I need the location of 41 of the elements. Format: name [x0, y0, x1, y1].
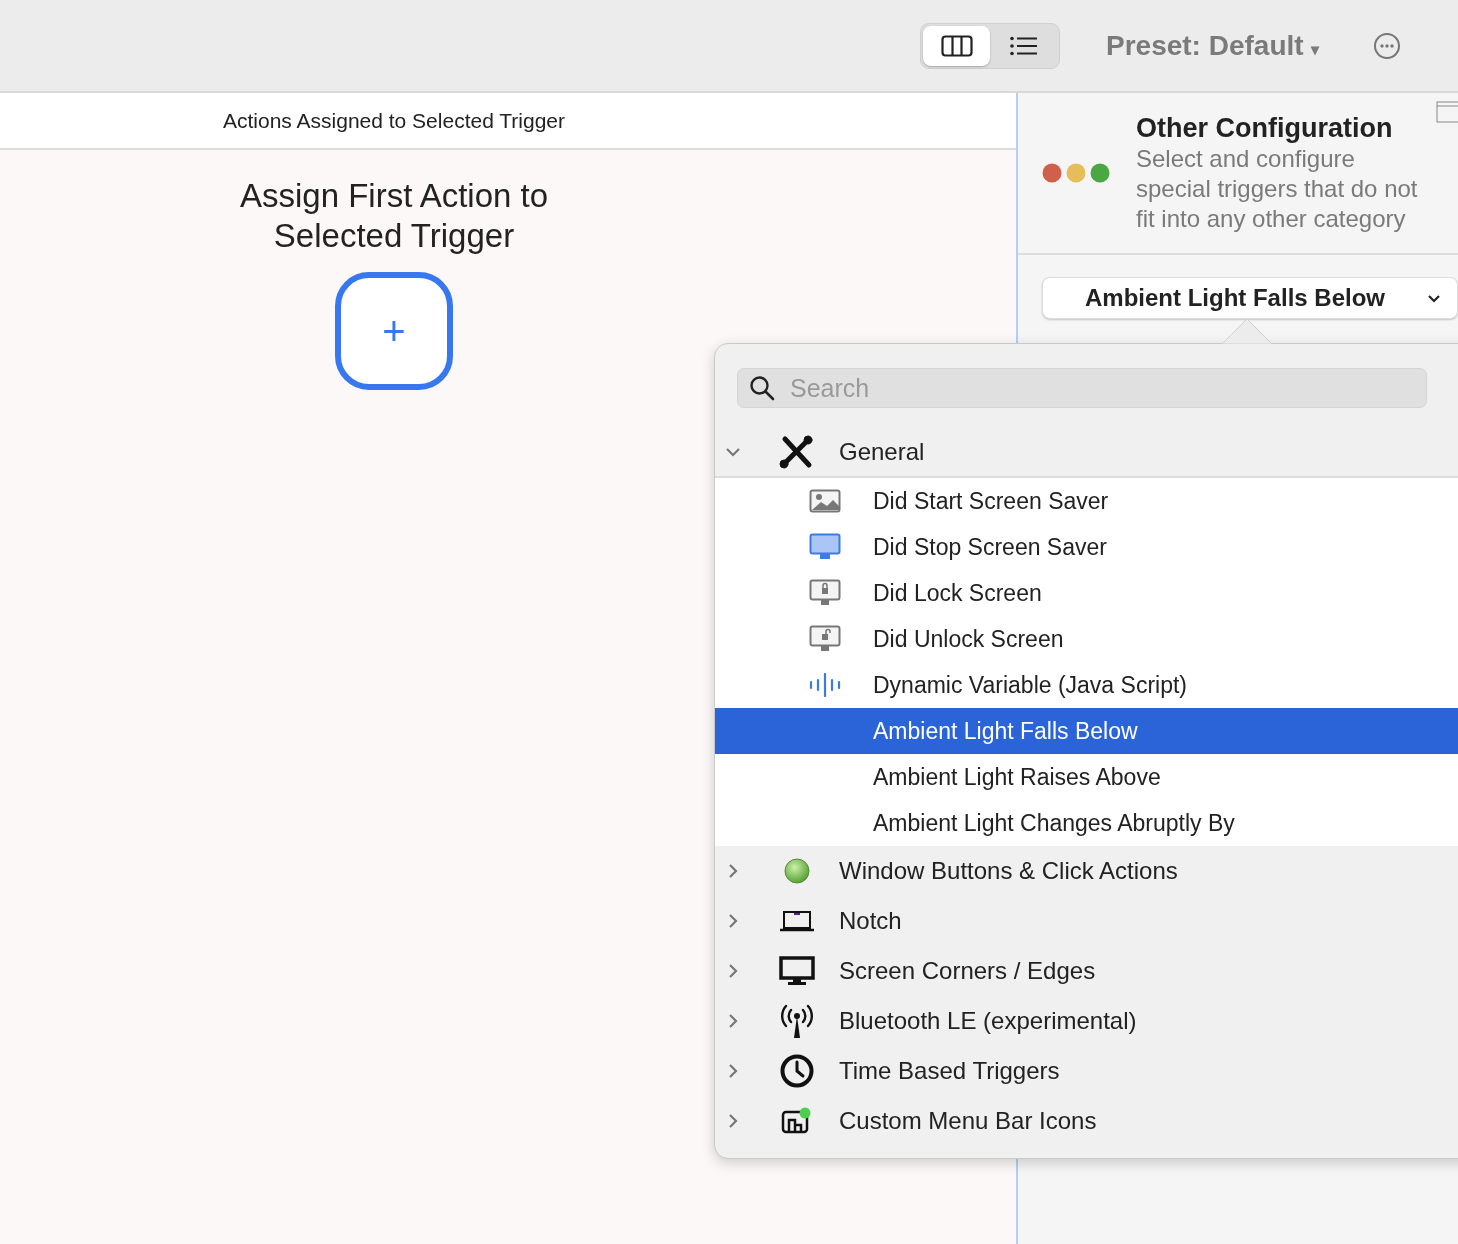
monitor-icon	[779, 956, 815, 986]
monitor-icon	[809, 533, 841, 561]
trigger-item[interactable]: Did Lock Screen	[715, 570, 1458, 616]
chevron-down-icon	[1427, 294, 1441, 304]
list-icon	[1009, 35, 1038, 56]
empty-state-title: Assign First Action to Selected Trigger	[238, 176, 550, 256]
config-description: Select and configure special triggers that do not fit into any other category	[1136, 143, 1419, 234]
clock-icon	[780, 1054, 814, 1088]
waveform-icon	[809, 673, 841, 697]
traffic-lights-icon	[1042, 162, 1112, 184]
trigger-dropdown[interactable]: Ambient Light Falls Below	[1042, 277, 1458, 319]
locked-monitor-icon	[809, 579, 841, 607]
menu-bar-icon	[781, 1107, 813, 1135]
preset-dropdown[interactable]: Preset: Default ▾	[1106, 29, 1320, 62]
trigger-item[interactable]: Did Stop Screen Saver	[715, 524, 1458, 570]
trigger-item[interactable]: Did Unlock Screen	[715, 616, 1458, 662]
config-title: Other Configuration	[1136, 112, 1394, 144]
trigger-item[interactable]: Ambient Light Falls Below	[715, 708, 1458, 754]
more-icon[interactable]	[1373, 31, 1402, 60]
add-action-button[interactable]: +	[335, 272, 453, 390]
trigger-item[interactable]: Ambient Light Changes Abruptly By	[715, 800, 1458, 846]
trigger-item[interactable]: Dynamic Variable (Java Script)	[715, 662, 1458, 708]
search-field[interactable]: Search	[737, 368, 1427, 408]
unlocked-monitor-icon	[809, 625, 841, 653]
search-icon	[749, 375, 775, 401]
pane-title: Actions Assigned to Selected Trigger	[223, 108, 565, 133]
columns-icon	[940, 34, 973, 57]
image-icon	[809, 489, 841, 513]
antenna-icon	[778, 1003, 816, 1039]
trigger-group-row[interactable]: Bluetooth LE (experimental)	[715, 996, 1458, 1046]
trigger-group-row[interactable]: Notch	[715, 896, 1458, 946]
trigger-group-row[interactable]: Time Based Triggers	[715, 1046, 1458, 1096]
trigger-group-row[interactable]: Window Buttons & Click Actions	[715, 846, 1458, 896]
ball-icon	[784, 858, 810, 884]
trigger-item[interactable]: Did Start Screen Saver	[715, 478, 1458, 524]
laptop-icon	[779, 910, 815, 932]
trigger-item[interactable]: Ambient Light Raises Above	[715, 754, 1458, 800]
column-view-tab[interactable]	[923, 25, 990, 66]
trigger-group-row[interactable]: Screen Corners / Edges	[715, 946, 1458, 996]
trigger-group-row[interactable]: Custom Menu Bar Icons	[715, 1096, 1458, 1146]
tools-icon	[779, 435, 815, 469]
